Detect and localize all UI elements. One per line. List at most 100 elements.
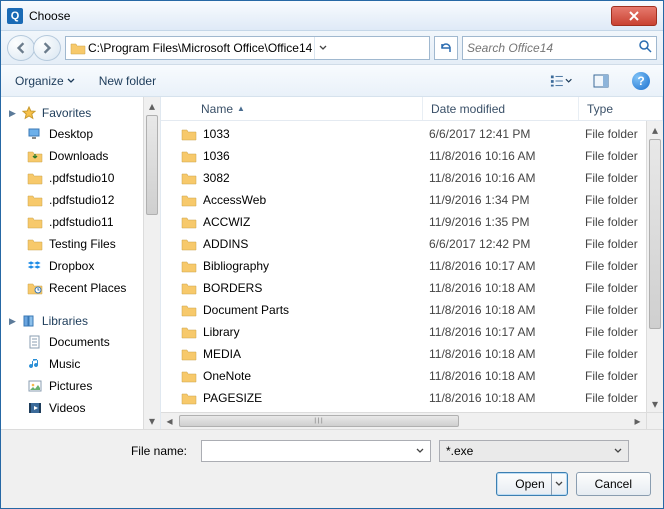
filename-input[interactable] [206, 444, 412, 458]
folder-icon [27, 236, 43, 252]
file-row[interactable]: 1036 11/8/2016 10:16 AM File folder [161, 145, 646, 167]
file-name: ADDINS [203, 237, 248, 251]
sidebar-item-label: Documents [49, 335, 110, 349]
column-name[interactable]: Name▲ [193, 97, 423, 120]
sidebar-item-label: Testing Files [49, 237, 116, 251]
sidebar-item-label: Recent Places [49, 281, 126, 295]
sidebar-item[interactable]: Documents [1, 331, 160, 353]
file-filter[interactable]: *.exe [439, 440, 629, 462]
sidebar-item[interactable]: Videos [1, 397, 160, 419]
file-row[interactable]: 1033 6/6/2017 12:41 PM File folder [161, 123, 646, 145]
scroll-up-icon[interactable]: ▴ [144, 97, 160, 114]
scroll-thumb[interactable] [146, 115, 158, 215]
filter-dropdown[interactable] [610, 448, 626, 454]
chevron-down-icon [319, 45, 327, 51]
help-button[interactable]: ? [629, 70, 653, 92]
file-type: File folder [577, 259, 638, 273]
sidebar-item[interactable]: Desktop [1, 123, 160, 145]
app-icon: Q [7, 8, 23, 24]
preview-pane-button[interactable] [589, 70, 613, 92]
file-name: MEDIA [203, 347, 241, 361]
address-dropdown[interactable] [314, 37, 330, 59]
scroll-thumb[interactable]: III [179, 415, 459, 427]
vertical-scrollbar[interactable]: ▴ ▾ [646, 121, 663, 412]
file-name: AccessWeb [203, 193, 266, 207]
sidebar-item[interactable]: .pdfstudio11 [1, 211, 160, 233]
sidebar-group-libraries[interactable]: ▶ Libraries [1, 309, 160, 331]
horizontal-scrollbar[interactable]: ◂ III ▸ [161, 412, 646, 429]
filename-dropdown[interactable] [412, 448, 428, 454]
search-input[interactable] [467, 41, 638, 55]
help-icon: ? [632, 72, 650, 90]
file-row[interactable]: PAGESIZE 11/8/2016 10:18 AM File folder [161, 387, 646, 409]
file-row[interactable]: ACCWIZ 11/9/2016 1:35 PM File folder [161, 211, 646, 233]
column-type[interactable]: Type [579, 97, 663, 120]
music-icon [27, 356, 43, 372]
sidebar-item-label: .pdfstudio10 [49, 171, 114, 185]
scroll-up-icon[interactable]: ▴ [647, 121, 663, 138]
organize-button[interactable]: Organize [11, 71, 79, 91]
sidebar-item-label: Pictures [49, 379, 92, 393]
sidebar-item[interactable]: Testing Files [1, 233, 160, 255]
file-date: 11/8/2016 10:18 AM [421, 281, 577, 295]
file-date: 11/8/2016 10:18 AM [421, 369, 577, 383]
file-row[interactable]: Bibliography 11/8/2016 10:17 AM File fol… [161, 255, 646, 277]
new-folder-button[interactable]: New folder [95, 71, 160, 91]
sidebar-scrollbar[interactable]: ▴ ▾ [143, 97, 160, 429]
filename-label: File name: [13, 444, 193, 458]
folder-icon [181, 236, 197, 252]
sidebar-item[interactable]: Downloads [1, 145, 160, 167]
file-row[interactable]: AccessWeb 11/9/2016 1:34 PM File folder [161, 189, 646, 211]
nav-back-button[interactable] [7, 35, 35, 61]
open-split-dropdown[interactable] [551, 473, 567, 495]
chevron-down-icon [555, 481, 563, 487]
folder-icon [181, 280, 197, 296]
sidebar-item[interactable]: Dropbox [1, 255, 160, 277]
file-type: File folder [577, 215, 638, 229]
file-row[interactable]: OneNote 11/8/2016 10:18 AM File folder [161, 365, 646, 387]
sidebar-group-favorites[interactable]: ▶ Favorites [1, 101, 160, 123]
sidebar-item[interactable]: Music [1, 353, 160, 375]
scroll-down-icon[interactable]: ▾ [647, 395, 663, 412]
scroll-right-icon[interactable]: ▸ [629, 413, 646, 429]
file-row[interactable]: Document Parts 11/8/2016 10:18 AM File f… [161, 299, 646, 321]
column-date[interactable]: Date modified [423, 97, 579, 120]
folder-icon [181, 324, 197, 340]
folder-icon [181, 170, 197, 186]
cancel-button[interactable]: Cancel [576, 472, 651, 496]
sidebar-item[interactable]: Recent Places [1, 277, 160, 299]
scroll-thumb[interactable] [649, 139, 661, 329]
file-row[interactable]: 3082 11/8/2016 10:16 AM File folder [161, 167, 646, 189]
file-date: 11/8/2016 10:18 AM [421, 391, 577, 405]
address-bar[interactable]: C:\Program Files\Microsoft Office\Office… [65, 36, 430, 60]
refresh-button[interactable] [434, 36, 458, 60]
column-headers: Name▲ Date modified Type [161, 97, 663, 121]
sidebar-item-label: Music [49, 357, 80, 371]
file-row[interactable]: ADDINS 6/6/2017 12:42 PM File folder [161, 233, 646, 255]
sidebar-item-label: .pdfstudio12 [49, 193, 114, 207]
file-date: 11/9/2016 1:35 PM [421, 215, 577, 229]
documents-icon [27, 334, 43, 350]
folder-icon [27, 192, 43, 208]
pictures-icon [27, 378, 43, 394]
title-bar: Q Choose [1, 1, 663, 31]
search-box[interactable] [462, 36, 657, 60]
file-row[interactable]: Library 11/8/2016 10:17 AM File folder [161, 321, 646, 343]
view-mode-button[interactable] [549, 70, 573, 92]
open-button[interactable]: Open [496, 472, 567, 496]
sidebar-item-label: Downloads [49, 149, 108, 163]
scroll-down-icon[interactable]: ▾ [144, 412, 160, 429]
sidebar-item[interactable]: .pdfstudio10 [1, 167, 160, 189]
close-button[interactable] [611, 6, 657, 26]
filename-combo[interactable] [201, 440, 431, 462]
sidebar-item[interactable]: .pdfstudio12 [1, 189, 160, 211]
file-type: File folder [577, 237, 638, 251]
file-name: 1036 [203, 149, 230, 163]
file-row[interactable]: MEDIA 11/8/2016 10:18 AM File folder [161, 343, 646, 365]
nav-forward-button[interactable] [33, 35, 61, 61]
file-row[interactable]: BORDERS 11/8/2016 10:18 AM File folder [161, 277, 646, 299]
sidebar-item[interactable]: Pictures [1, 375, 160, 397]
scroll-left-icon[interactable]: ◂ [161, 413, 178, 429]
desktop-icon [27, 126, 43, 142]
recent-icon [27, 280, 43, 296]
